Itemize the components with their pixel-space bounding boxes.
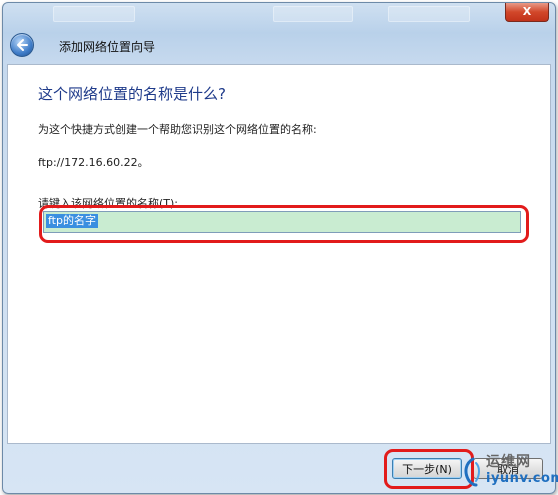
network-address: ftp://172.16.60.22。 (38, 156, 149, 169)
navigation-row: 添加网络位置向导 (3, 29, 555, 61)
next-highlight-annotation (384, 449, 474, 489)
wizard-title: 添加网络位置向导 (59, 40, 156, 54)
back-arrow-icon (17, 39, 28, 51)
title-bar[interactable]: X (3, 3, 555, 27)
cancel-button[interactable]: 取消 (473, 458, 543, 479)
title-ghost-tab-3 (388, 6, 470, 22)
content-panel: 这个网络位置的名称是什么? 为这个快捷方式创建一个帮助您识别这个网络位置的名称:… (7, 64, 551, 444)
close-icon: X (522, 5, 532, 18)
title-ghost-tab-2 (273, 6, 353, 22)
button-bar: 下一步(N) 取消 (3, 443, 555, 493)
page-heading: 这个网络位置的名称是什么? (38, 85, 226, 103)
title-ghost-tab-1 (53, 6, 135, 22)
close-button[interactable]: X (505, 3, 549, 22)
description-text: 为这个快捷方式创建一个帮助您识别这个网络位置的名称: (38, 123, 317, 136)
back-button[interactable] (10, 33, 34, 57)
wizard-window: X 添加网络位置向导 这个网络位置的名称是什么? 为这个快捷方式创建一个帮助您识… (2, 2, 556, 494)
input-highlight-annotation (39, 205, 529, 243)
